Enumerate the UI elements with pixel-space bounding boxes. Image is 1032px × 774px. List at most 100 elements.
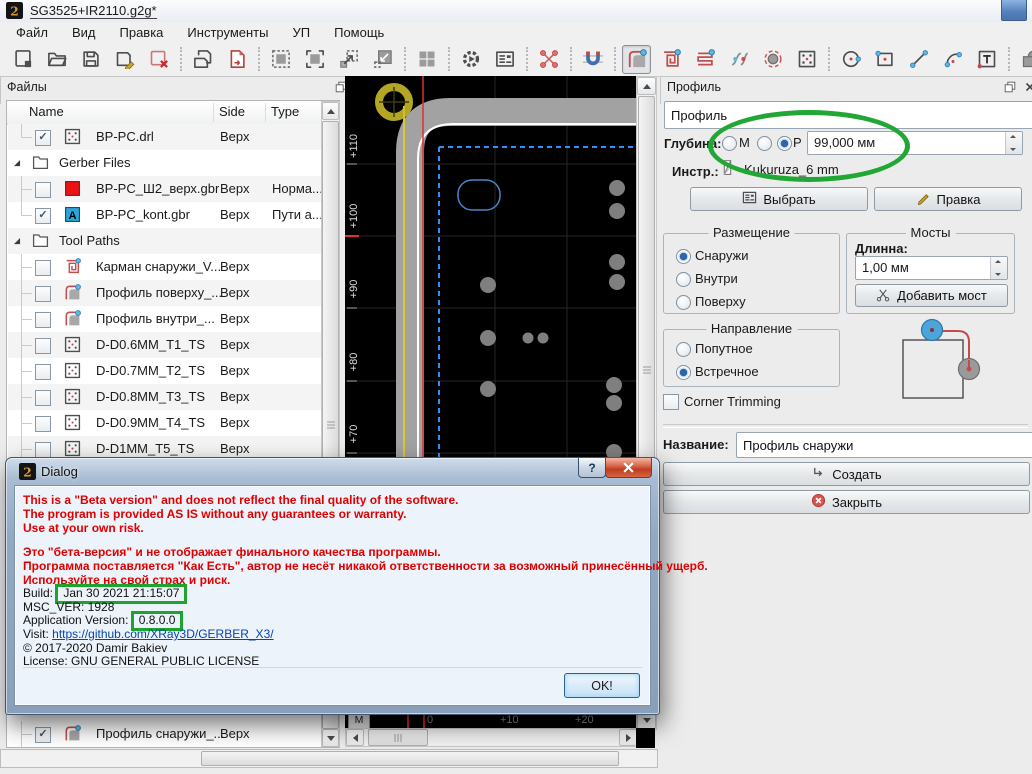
close-profile-button[interactable]: Закрыть <box>663 490 1030 514</box>
zoom-100-button[interactable] <box>412 45 441 74</box>
zoom-fit-button[interactable] <box>266 45 295 74</box>
dialog-help-button[interactable]: ? <box>578 458 606 478</box>
draw-circle-button[interactable] <box>836 45 865 74</box>
placement-radio-outside[interactable] <box>676 249 691 264</box>
row-checkbox[interactable] <box>35 364 51 380</box>
tree-row[interactable]: BP-PC.drlВерх <box>8 124 321 150</box>
tree-row[interactable]: D-D0.8MM_T3_TS Верх <box>8 384 321 410</box>
bottom-scrollbar[interactable] <box>0 749 658 768</box>
row-checkbox[interactable] <box>35 208 51 224</box>
units-button[interactable]: M <box>348 713 370 729</box>
row-checkbox[interactable] <box>35 727 51 743</box>
spin-buttons[interactable] <box>1005 132 1022 154</box>
tree-row[interactable]: Профиль снаружи_...Верх <box>8 721 321 747</box>
tree-column-header[interactable]: Name Side Type <box>7 101 339 125</box>
drill-tool-button[interactable] <box>792 45 821 74</box>
row-checkbox[interactable] <box>35 390 51 406</box>
expander-icon[interactable] <box>10 234 24 248</box>
draw-text-button[interactable] <box>972 45 1001 74</box>
placement-radio-inside[interactable] <box>676 272 691 287</box>
profile-tool-button[interactable] <box>622 44 651 74</box>
draw-arc-button[interactable] <box>938 45 967 74</box>
zoom-selected-button[interactable] <box>300 45 329 74</box>
scroll-up-button[interactable] <box>637 77 656 95</box>
spin-buttons[interactable] <box>990 257 1007 279</box>
profile-name-input[interactable] <box>736 432 1032 458</box>
menu-edit[interactable]: Правка <box>108 23 176 42</box>
scroll-down-button[interactable] <box>322 729 339 747</box>
github-link[interactable]: https://github.com/XRay3D/GERBER_X3/ <box>52 627 273 641</box>
zigzag-tool-button[interactable] <box>724 45 753 74</box>
tree-row[interactable]: D-D0.9MM_T4_TS Верх <box>8 410 321 436</box>
direction-radio-climb[interactable] <box>676 342 691 357</box>
scroll-right-button[interactable] <box>619 729 637 746</box>
open-file-button[interactable] <box>42 45 71 74</box>
expander-icon[interactable] <box>10 156 24 170</box>
row-checkbox[interactable] <box>35 182 51 198</box>
ok-button[interactable]: OK! <box>564 673 640 698</box>
tree-row[interactable]: Профиль поверху_... Верх <box>8 280 321 306</box>
select-tool-button[interactable]: Выбрать <box>690 187 868 211</box>
zoom-out-selected-button[interactable] <box>334 45 363 74</box>
add-bridge-button[interactable]: Добавить мост <box>855 284 1008 307</box>
transform-points-button[interactable] <box>534 45 563 74</box>
window-control-button[interactable] <box>1001 0 1027 21</box>
pocket-tool-button[interactable] <box>656 45 685 74</box>
save-all-button[interactable] <box>188 45 217 74</box>
tree-row[interactable]: BP-PC_Ш2_верх.gbr Верх Норма... <box>8 176 322 202</box>
bridge-length-spinbox[interactable]: 1,00 мм <box>855 256 1008 280</box>
scroll-thumb[interactable] <box>368 729 428 746</box>
properties-form-button[interactable] <box>490 45 519 74</box>
close-file-button[interactable] <box>144 45 173 74</box>
float-panel-icon[interactable] <box>1003 80 1017 94</box>
close-panel-icon[interactable] <box>1023 80 1032 94</box>
row-checkbox[interactable] <box>35 130 51 146</box>
scroll-thumb[interactable] <box>201 751 619 766</box>
draw-rect-button[interactable] <box>870 45 899 74</box>
draw-line-button[interactable] <box>904 45 933 74</box>
placement-radio-on[interactable] <box>676 295 691 310</box>
tree-row[interactable]: D-D0.7MM_T2_TS Верх <box>8 358 321 384</box>
row-checkbox[interactable] <box>35 286 51 302</box>
row-checkbox[interactable] <box>35 312 51 328</box>
dialog-close-button[interactable] <box>605 458 652 478</box>
menu-view[interactable]: Вид <box>60 23 108 42</box>
tree-row[interactable]: ABP-PC_kont.gbrВерхПути а... <box>8 202 322 228</box>
save-button[interactable] <box>76 45 105 74</box>
column-side[interactable]: Side <box>219 104 245 119</box>
settings-gear-button[interactable] <box>456 45 485 74</box>
marker-tool-button[interactable] <box>758 45 787 74</box>
new-file-button[interactable] <box>8 45 37 74</box>
edit-tool-button[interactable]: Правка <box>874 187 1022 211</box>
row-checkbox[interactable] <box>35 338 51 354</box>
zoom-in-selected-button[interactable] <box>368 45 397 74</box>
view-horizontal-scrollbar[interactable] <box>345 728 638 747</box>
x-ruler-label: 0 <box>427 714 434 726</box>
snap-magnet-button[interactable] <box>578 45 607 74</box>
row-checkbox[interactable] <box>35 442 51 458</box>
menu-file[interactable]: Файл <box>4 23 60 42</box>
shape-union-button[interactable] <box>1016 45 1032 74</box>
zero-marker-icon[interactable] <box>375 83 413 121</box>
folder-icon <box>32 154 49 171</box>
direction-radio-conventional[interactable] <box>676 365 691 380</box>
export-doc-button[interactable] <box>222 45 251 74</box>
tree-row[interactable]: Карман снаружи_V... Верх <box>8 254 321 280</box>
tree-row[interactable]: Профиль внутри_... Верх <box>8 306 321 332</box>
scroll-left-button[interactable] <box>346 729 364 746</box>
tree-row[interactable]: D-D0.6MM_T1_TS Верх <box>8 332 321 358</box>
column-name[interactable]: Name <box>29 104 64 119</box>
corner-trimming-checkbox[interactable] <box>663 394 679 410</box>
save-as-button[interactable] <box>110 45 139 74</box>
menu-tools[interactable]: Инструменты <box>175 23 280 42</box>
create-button[interactable]: Создать <box>663 462 1030 486</box>
row-checkbox[interactable] <box>35 416 51 432</box>
raster-tool-button[interactable] <box>690 45 719 74</box>
scroll-up-button[interactable] <box>322 102 339 120</box>
tree-row[interactable]: Gerber Files <box>8 150 321 176</box>
column-type[interactable]: Type <box>271 104 299 119</box>
tree-row[interactable]: Tool Paths <box>8 228 321 254</box>
menu-help[interactable]: Помощь <box>322 23 396 42</box>
row-checkbox[interactable] <box>35 260 51 276</box>
menu-cnc[interactable]: УП <box>280 23 322 42</box>
